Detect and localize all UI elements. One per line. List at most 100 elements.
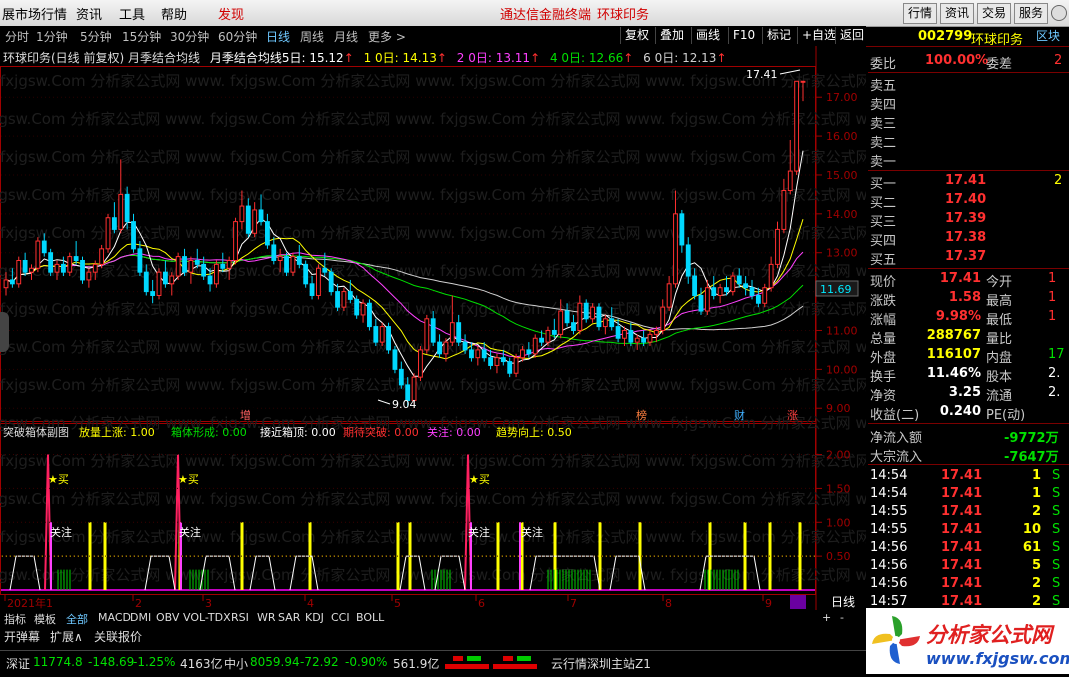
period-tab-60min[interactable]: 60分钟 (218, 28, 257, 45)
sub-tick-label: 1.50 (826, 482, 851, 495)
candle-body (265, 221, 270, 246)
stat-value2-0: 1 (1048, 271, 1057, 286)
candle-body (443, 341, 449, 355)
candle-body (456, 322, 462, 343)
candle-body (162, 271, 168, 285)
period-tab-fenshi[interactable]: 分时 (5, 28, 29, 45)
market-breadth-bars (445, 654, 541, 673)
tick-t-6: 14:56 (870, 576, 908, 591)
watch-signal-4: 关注 (521, 525, 543, 539)
period-tab-5min[interactable]: 5分钟 (80, 28, 112, 45)
candle-body (201, 263, 207, 277)
watermark-text: fxjgsw.Com 分析家公式网 www. fxjgsw.Com 分析家公式网… (0, 376, 866, 394)
ind-tab-all[interactable]: 全部 (66, 611, 88, 627)
menu-tools[interactable]: 工具 (119, 4, 145, 23)
btn-trade[interactable]: 交易 (977, 3, 1012, 24)
btn-fuquan[interactable]: 复权 (620, 27, 653, 44)
ind-tab-boll[interactable]: BOLL (356, 611, 384, 624)
btn-related-quote[interactable]: 关联报价 (94, 628, 142, 645)
scroll-end-marker[interactable] (790, 595, 806, 609)
sub-ind-6: 趋势向上: 0.50 (496, 425, 572, 439)
watermark-text: fxjgsw.Com 分析家公式网 www. fxjgsw.Com 分析家公式网… (0, 224, 866, 242)
btn-f10[interactable]: F10 (728, 27, 759, 44)
watch-signal-1: 关注 (50, 525, 72, 539)
server-label[interactable]: 云行情深圳主站Z1 (551, 655, 651, 672)
ind-tab-cci[interactable]: CCI (331, 611, 350, 624)
candle-body (481, 349, 487, 359)
candle-body (213, 263, 219, 285)
candle-body (188, 259, 194, 273)
sub-ind-2: 箱体形成: 0.00 (171, 425, 247, 439)
stat-value2-6: 2. (1048, 385, 1061, 400)
net-inflow-value: -9772万 (1004, 431, 1059, 446)
candle-body (169, 275, 175, 285)
menu-bar: 展市场行情 资讯 工具 帮助 发现 通达信金融终端 环球印务 行情 资讯 交易 … (0, 0, 1069, 27)
close-icon[interactable] (1051, 5, 1067, 21)
event-mark-1[interactable]: 增 (240, 408, 251, 422)
tick-s-3: S (1052, 522, 1061, 537)
btn-overlay[interactable]: 叠加 (655, 27, 688, 44)
period-tab-more[interactable]: 更多 > (368, 28, 406, 45)
ind-tab-indicator[interactable]: 指标 (4, 611, 26, 627)
kline-chart[interactable]: fxjgsw.Com 分析家公式网 www. fxjgsw.Com 分析家公式网… (0, 46, 866, 610)
zoom-out-icon[interactable]: - (840, 611, 844, 624)
period-tab-monthly[interactable]: 月线 (334, 28, 358, 45)
candle-body (647, 333, 653, 343)
btn-info[interactable]: 资讯 (940, 3, 975, 24)
tick-p-7: 17.41 (941, 594, 983, 609)
ind-tab-rsi[interactable]: RSI (231, 611, 249, 624)
btn-draw[interactable]: 画线 (691, 27, 724, 44)
price-tick-label: 16.00 (826, 130, 858, 143)
candle-body (564, 310, 570, 324)
candle-body (730, 275, 736, 293)
tick-p-5: 17.41 (941, 558, 983, 573)
buy-4-label: 买四 (870, 234, 897, 249)
btn-mark[interactable]: 标记 (762, 27, 795, 44)
stat-value-1: 1.58 (948, 290, 981, 305)
btn-quotes[interactable]: 行情 (903, 3, 938, 24)
menu-help[interactable]: 帮助 (161, 4, 187, 23)
zoom-in-icon[interactable]: + (822, 611, 831, 624)
btn-service[interactable]: 服务 (1014, 3, 1049, 24)
menu-news[interactable]: 资讯 (76, 4, 102, 23)
btn-danmu[interactable]: 开弹幕 (4, 628, 40, 645)
candle-body (717, 287, 723, 296)
zx-index-value: 8059.94 (250, 655, 300, 669)
candle-body (711, 287, 717, 296)
menu-discover[interactable]: 发现 (218, 4, 244, 23)
ind-tab-vol[interactable]: VOL-TDX (183, 611, 231, 624)
btn-back[interactable]: 返回 (835, 27, 868, 44)
ind-tab-obv[interactable]: OBV (156, 611, 179, 624)
btn-add-favorite[interactable]: +自选 (797, 27, 840, 44)
candle-body (118, 193, 124, 230)
period-tab-15min[interactable]: 15分钟 (122, 28, 161, 45)
sub-title: 突破箱体副图 (3, 425, 69, 439)
btn-expand[interactable]: 扩展∧ (50, 628, 83, 645)
buy-1-label: 买一 (870, 177, 897, 192)
menu-market[interactable]: 展市场行情 (2, 4, 67, 23)
date-tick-label: 7 (570, 597, 577, 610)
event-mark-3[interactable]: 财 (734, 408, 745, 422)
ind-tab-kdj[interactable]: KDJ (305, 611, 324, 624)
period-tab-daily[interactable]: 日线 (266, 28, 290, 45)
ind-tab-macd[interactable]: MACD (98, 611, 131, 624)
block-link[interactable]: 区块 (1036, 27, 1060, 44)
event-mark-2[interactable]: 榜 (636, 408, 647, 422)
stat-value2-5: 2. (1048, 366, 1061, 381)
candle-body (787, 170, 793, 192)
ind-tab-sar[interactable]: SAR (278, 611, 300, 624)
tick-t-1: 14:54 (870, 486, 908, 501)
date-tick-label: 8 (665, 597, 672, 610)
period-tab-1min[interactable]: 1分钟 (36, 28, 68, 45)
event-mark-4[interactable]: 涨 (787, 409, 798, 422)
period-tab-30min[interactable]: 30分钟 (170, 28, 209, 45)
weibi-label: 委比 (870, 57, 897, 72)
ind-tab-wr[interactable]: WR (257, 611, 276, 624)
ind-tab-template[interactable]: 模板 (34, 611, 56, 627)
candle-body (284, 256, 289, 273)
period-tab-weekly[interactable]: 周线 (300, 28, 324, 45)
date-tick-label: 9 (765, 597, 772, 610)
ind-tab-dmi[interactable]: DMI (130, 611, 151, 624)
tick-s-6: S (1052, 576, 1061, 591)
left-collapse-handle[interactable] (0, 312, 9, 352)
